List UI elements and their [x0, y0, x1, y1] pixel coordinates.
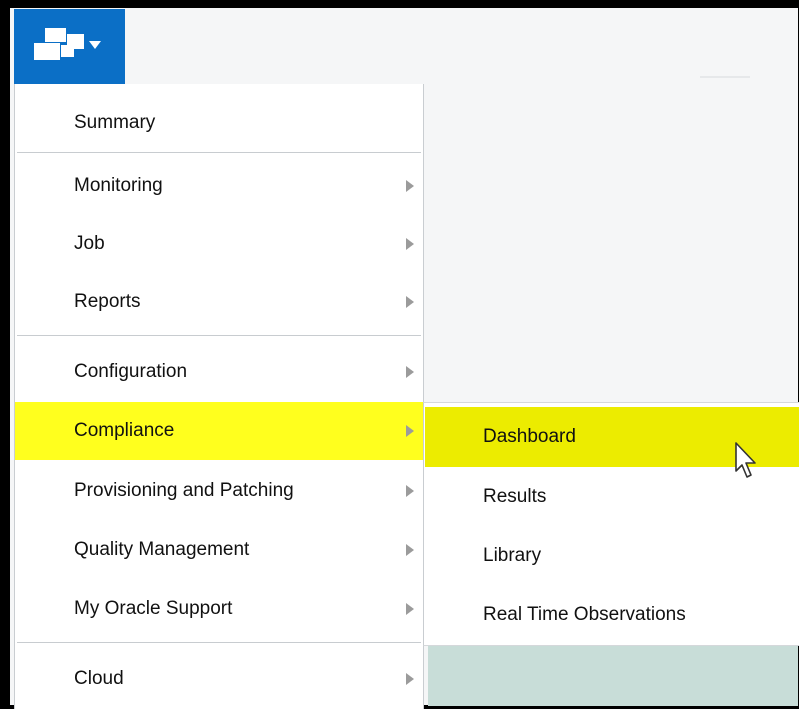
- page-divider: [700, 76, 750, 78]
- menu-item-compliance[interactable]: Compliance: [15, 402, 423, 460]
- submenu-item-dashboard[interactable]: Dashboard: [425, 407, 799, 467]
- menu-separator: [17, 335, 421, 336]
- menu-item-label: Provisioning and Patching: [74, 480, 294, 501]
- menu-item-label: Cloud: [74, 668, 124, 689]
- menu-item-label: Monitoring: [74, 175, 163, 196]
- menu-item-label: Reports: [74, 291, 141, 312]
- targets-menu-button[interactable]: [14, 9, 125, 84]
- submenu-item-real-time-observations[interactable]: Real Time Observations: [425, 585, 799, 645]
- submenu-arrow-icon: [406, 544, 414, 556]
- submenu-arrow-icon: [406, 603, 414, 615]
- menu-item-label: My Oracle Support: [74, 598, 233, 619]
- menu-separator: [17, 152, 421, 153]
- submenu-arrow-icon: [406, 366, 414, 378]
- submenu-arrow-icon: [406, 238, 414, 250]
- caret-down-icon: [89, 41, 101, 49]
- menu-item-label: Job: [74, 233, 105, 254]
- menu-item-label: Configuration: [74, 361, 188, 382]
- menu-item-monitoring[interactable]: Monitoring: [15, 157, 423, 215]
- menu-item-configuration[interactable]: Configuration: [15, 343, 423, 401]
- targets-menu-icon: [34, 28, 101, 60]
- submenu-item-label: Real Time Observations: [483, 604, 686, 625]
- submenu-arrow-icon: [406, 180, 414, 192]
- targets-dropdown-menu: Summary Monitoring Job Reports Configura…: [14, 84, 424, 709]
- compliance-submenu: Dashboard Results Library Real Time Obse…: [423, 402, 799, 646]
- submenu-item-results[interactable]: Results: [425, 467, 799, 527]
- submenu-arrow-icon: [406, 425, 414, 437]
- menu-item-label: Compliance: [74, 420, 175, 441]
- menu-item-quality-management[interactable]: Quality Management: [15, 521, 423, 579]
- menu-separator: [17, 642, 421, 643]
- submenu-arrow-icon: [406, 673, 414, 685]
- submenu-arrow-icon: [406, 485, 414, 497]
- menu-item-label: Summary: [74, 112, 156, 133]
- menu-item-reports[interactable]: Reports: [15, 273, 423, 331]
- submenu-item-library[interactable]: Library: [425, 526, 799, 586]
- menu-item-provisioning-and-patching[interactable]: Provisioning and Patching: [15, 462, 423, 520]
- submenu-item-label: Results: [483, 486, 547, 507]
- submenu-item-label: Library: [483, 545, 542, 566]
- page-content-region: [428, 646, 798, 706]
- menu-item-my-oracle-support[interactable]: My Oracle Support: [15, 580, 423, 638]
- menu-item-cloud[interactable]: Cloud: [15, 650, 423, 708]
- menu-item-job[interactable]: Job: [15, 215, 423, 273]
- submenu-item-label: Dashboard: [483, 426, 576, 447]
- submenu-arrow-icon: [406, 296, 414, 308]
- menu-item-label: Quality Management: [74, 539, 250, 560]
- menu-item-summary[interactable]: Summary: [15, 94, 423, 152]
